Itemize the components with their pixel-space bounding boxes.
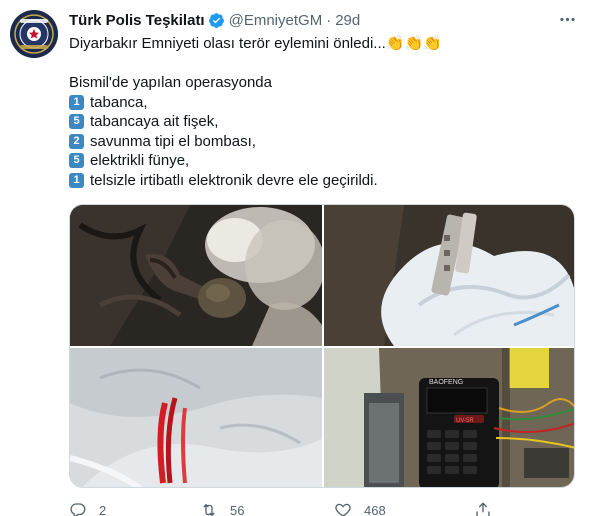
avatar[interactable] [10, 10, 58, 58]
retweet-count: 56 [230, 502, 245, 516]
list-item-text: tabancaya ait fişek, [90, 113, 219, 130]
radio-model-text: UV-5R [456, 418, 474, 424]
like-icon [335, 503, 351, 516]
reply-count: 2 [99, 502, 107, 516]
handle[interactable]: @EmniyetGM [229, 12, 323, 29]
tweet-text: Diyarbakır Emniyeti olası terör eylemini… [69, 34, 569, 190]
list-item: 1 telsizle irtibatlı elektronik devre el… [69, 171, 569, 191]
number-keycap-icon: 2 [69, 133, 84, 149]
retweet-icon [203, 503, 215, 516]
photo-radio-circuit[interactable]: BAOFENG UV-5R [324, 348, 574, 487]
photo-pistol-grenade[interactable] [70, 205, 322, 346]
share-button[interactable] [474, 500, 492, 516]
list-item: 2 savunma tipi el bombası, [69, 132, 569, 152]
number-keycap-icon: 5 [69, 114, 84, 130]
clap-emoji: 👏👏👏 [385, 35, 442, 53]
retweet-button[interactable]: 56 [200, 500, 244, 516]
reply-icon [70, 503, 86, 516]
list-item-text: tabanca, [90, 93, 148, 111]
reply-button[interactable]: 2 [69, 500, 106, 516]
photo-wires-bag[interactable] [70, 348, 322, 487]
list-item: 1 tabanca, [69, 93, 569, 113]
list-item-text: elektrikli fünye, [90, 152, 190, 169]
list-item: 5 tabancaya ait fişek, [69, 112, 569, 132]
number-keycap-icon: 1 [69, 172, 84, 188]
list-item: 5 elektrikli fünye, [69, 151, 569, 171]
share-icon [476, 502, 490, 516]
action-bar: 2 56 468 [69, 500, 509, 516]
intro-text: Bismil'de yapılan operasyonda [69, 74, 272, 91]
photo-detonators[interactable] [324, 205, 574, 346]
tweet-header: Türk Polis Teşkilatı @EmniyetGM · 29d [69, 10, 360, 30]
police-emblem-icon [10, 10, 58, 58]
timestamp[interactable]: 29d [335, 12, 360, 29]
like-button[interactable]: 468 [334, 500, 386, 516]
headline: Diyarbakır Emniyeti olası terör eylemini… [69, 35, 386, 52]
list-item-text: savunma tipi el bombası, [90, 132, 256, 150]
headline-line: Diyarbakır Emniyeti olası terör eylemini… [69, 34, 569, 54]
number-keycap-icon: 5 [69, 153, 84, 169]
intro-line: Bismil'de yapılan operasyonda [69, 73, 569, 93]
more-icon[interactable] [556, 8, 578, 30]
list-item-text: telsizle irtibatlı elektronik devre ele … [90, 171, 378, 189]
tweet-card[interactable]: Türk Polis Teşkilatı @EmniyetGM · 29d Di… [0, 0, 593, 516]
separator-dot: · [326, 11, 332, 29]
display-name[interactable]: Türk Polis Teşkilatı [69, 12, 205, 29]
number-keycap-icon: 1 [69, 94, 84, 110]
media-grid: BAOFENG UV-5R [69, 204, 575, 488]
radio-brand-text: BAOFENG [429, 379, 463, 386]
verified-badge-icon [208, 12, 225, 29]
like-count: 468 [364, 502, 386, 516]
